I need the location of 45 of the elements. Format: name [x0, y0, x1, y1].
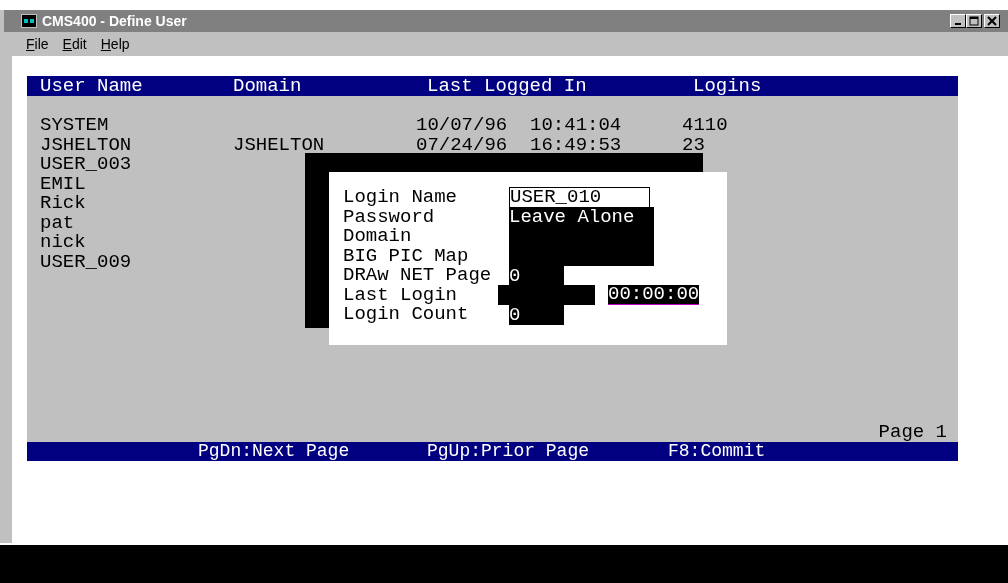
maximize-icon — [969, 16, 979, 26]
column-header: User Name — [40, 76, 144, 96]
close-icon — [987, 16, 997, 26]
table-cell: EMIL — [40, 172, 86, 195]
table-cell: 4110 — [682, 114, 728, 136]
minimize-icon — [955, 23, 961, 25]
field-label: Password — [343, 207, 436, 227]
app-icon — [21, 14, 37, 28]
input-field[interactable]: Leave Alone — [509, 207, 654, 228]
key-hint: PgUp:Prior Page — [427, 441, 590, 461]
input-field[interactable]: 0 — [509, 265, 564, 286]
menu-item[interactable]: Help — [100, 36, 130, 52]
table-cell: 23 — [682, 133, 705, 156]
field-label: Domain — [343, 227, 413, 247]
column-header: Domain — [233, 76, 303, 96]
input-field[interactable]: 0 — [509, 304, 564, 325]
menu-item[interactable]: Edit — [62, 36, 87, 52]
input-field[interactable] — [509, 246, 654, 267]
table-cell: USER_009 — [40, 250, 132, 273]
window-title: CMS400 - Define User — [42, 13, 187, 29]
field-label: Login Count — [343, 305, 470, 325]
time-field[interactable]: 00:00:00 — [608, 285, 700, 306]
table-cell: USER_003 — [40, 153, 132, 175]
key-hint: PgDn:Next Page — [198, 441, 350, 461]
table-cell: 07/24/96 16:49:53 — [416, 133, 622, 156]
menu-item[interactable]: File — [26, 36, 49, 52]
table-cell: pat — [40, 211, 75, 234]
table-cell: JSHELTON — [233, 133, 325, 156]
field-label: BIG PIC Map — [343, 246, 470, 266]
table-cell: SYSTEM — [40, 114, 109, 136]
minimize-button[interactable] — [950, 14, 966, 28]
column-header: Logins — [693, 76, 763, 96]
table-cell: JSHELTON — [40, 133, 132, 156]
field-label: DRAw NET Page — [343, 266, 493, 286]
field-label: Login Name — [343, 188, 459, 208]
table-cell: nick — [40, 231, 86, 253]
input-field[interactable]: USER_010 — [509, 187, 650, 209]
column-header: Last Logged In — [427, 76, 588, 96]
close-button[interactable] — [984, 14, 1000, 28]
table-cell: 10/07/96 10:41:04 — [416, 114, 622, 136]
table-cell: Rick — [40, 192, 86, 214]
page-number: Page 1 — [878, 421, 947, 443]
field-label: Last Login — [343, 285, 458, 305]
key-hint: F8:Commit — [668, 441, 766, 461]
maximize-button[interactable] — [966, 14, 982, 28]
